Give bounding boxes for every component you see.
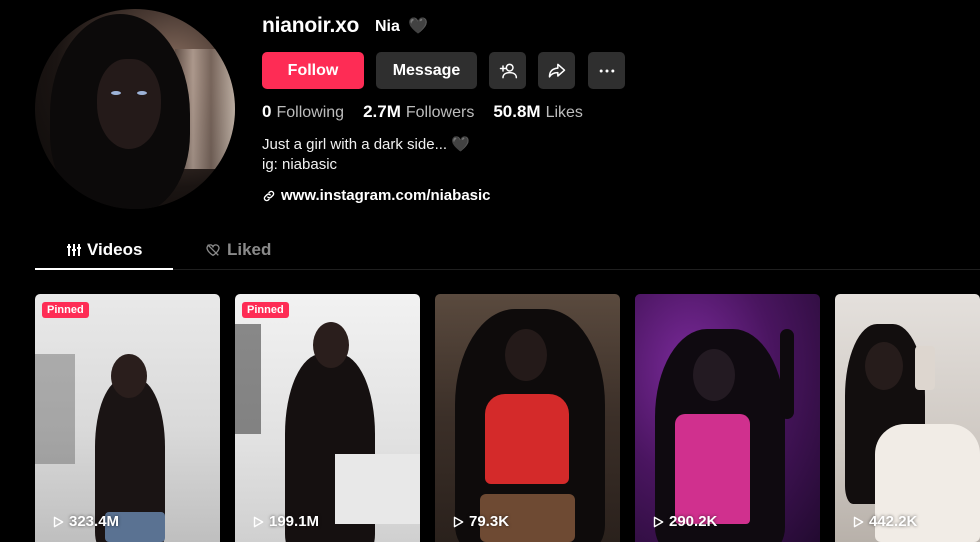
thumbnail-figure bbox=[313, 322, 349, 368]
play-icon bbox=[853, 516, 864, 527]
view-count-text: 290.2K bbox=[669, 513, 718, 530]
view-count-text: 323.4M bbox=[69, 513, 120, 530]
thumbnail-decor bbox=[915, 346, 935, 390]
black-heart-icon: 🖤 bbox=[408, 18, 428, 35]
stat-label: Followers bbox=[405, 104, 475, 121]
thumbnail-figure bbox=[485, 394, 569, 484]
bio-line: ig: niabasic bbox=[262, 156, 338, 173]
video-card[interactable]: 290.2K bbox=[635, 294, 820, 542]
liked-heart-icon bbox=[206, 244, 220, 257]
profile-stats: 0 Following 2.7M Followers 50.8M Likes bbox=[262, 102, 602, 122]
stat-value: 50.8M bbox=[493, 102, 541, 121]
profile-nickname: Nia bbox=[375, 18, 400, 35]
active-tab-indicator bbox=[35, 268, 173, 270]
play-icon bbox=[253, 516, 264, 527]
thumbnail-figure bbox=[675, 414, 750, 524]
stat-value: 2.7M bbox=[363, 102, 401, 121]
stat-likes: 50.8M Likes bbox=[493, 102, 583, 122]
thumbnail-figure bbox=[111, 354, 147, 398]
view-count: 290.2K bbox=[651, 513, 717, 530]
bio-line: Just a girl with a dark side... bbox=[262, 136, 448, 153]
video-card[interactable]: Pinned 323.4M bbox=[35, 294, 220, 542]
profile-avatar[interactable] bbox=[35, 9, 235, 209]
videos-grid-icon bbox=[67, 244, 81, 256]
avatar-face bbox=[97, 59, 161, 149]
stat-following[interactable]: 0 Following bbox=[262, 102, 344, 122]
thumbnail-decor bbox=[35, 354, 75, 464]
avatar-eye bbox=[137, 91, 147, 95]
video-card[interactable]: 79.3K bbox=[435, 294, 620, 542]
link-text: www.instagram.com/niabasic bbox=[281, 187, 491, 204]
view-count: 323.4M bbox=[51, 513, 119, 530]
view-count: 442.2K bbox=[851, 513, 917, 530]
share-arrow-icon bbox=[548, 63, 565, 78]
add-user-icon bbox=[499, 63, 517, 78]
tab-label: Videos bbox=[87, 240, 143, 259]
stat-value: 0 bbox=[262, 102, 272, 121]
profile-tabs: Videos Liked bbox=[35, 236, 980, 270]
black-heart-icon: 🖤 bbox=[451, 136, 470, 153]
play-icon bbox=[653, 516, 664, 527]
share-button[interactable] bbox=[538, 52, 575, 89]
stat-label: Likes bbox=[545, 104, 583, 121]
avatar-eye bbox=[111, 91, 121, 95]
stat-label: Following bbox=[276, 104, 345, 121]
play-icon bbox=[53, 516, 64, 527]
video-card[interactable]: Pinned 199.1M bbox=[235, 294, 420, 542]
thumbnail-figure bbox=[865, 342, 903, 390]
view-count: 199.1M bbox=[251, 513, 319, 530]
video-card[interactable]: 442.2K bbox=[835, 294, 980, 542]
view-count: 79.3K bbox=[451, 513, 509, 530]
view-count-text: 199.1M bbox=[269, 513, 320, 530]
thumbnail-figure bbox=[693, 349, 735, 401]
thumbnail-decor bbox=[780, 329, 794, 419]
profile-bio: Just a girl with a dark side... 🖤 ig: ni… bbox=[262, 135, 470, 175]
tab-liked[interactable]: Liked bbox=[205, 240, 271, 260]
thumbnail-figure bbox=[505, 329, 547, 381]
view-count-text: 79.3K bbox=[469, 513, 510, 530]
play-icon bbox=[453, 516, 464, 527]
profile-link[interactable]: www.instagram.com/niabasic bbox=[262, 187, 491, 204]
thumbnail-decor bbox=[335, 454, 420, 524]
more-dots-icon bbox=[599, 69, 614, 72]
tab-label: Liked bbox=[227, 240, 272, 259]
message-button[interactable]: Message bbox=[376, 52, 477, 89]
pinned-badge: Pinned bbox=[242, 302, 289, 318]
add-friend-button[interactable] bbox=[489, 52, 526, 89]
tab-videos[interactable]: Videos bbox=[67, 240, 142, 260]
link-icon bbox=[263, 190, 275, 201]
view-count-text: 442.2K bbox=[869, 513, 918, 530]
pinned-badge: Pinned bbox=[42, 302, 89, 318]
follow-button[interactable]: Follow bbox=[262, 52, 364, 89]
stat-followers[interactable]: 2.7M Followers bbox=[363, 102, 474, 122]
thumbnail-decor bbox=[235, 324, 261, 434]
profile-username: nianoir.xo bbox=[262, 14, 360, 37]
more-options-button[interactable] bbox=[588, 52, 625, 89]
